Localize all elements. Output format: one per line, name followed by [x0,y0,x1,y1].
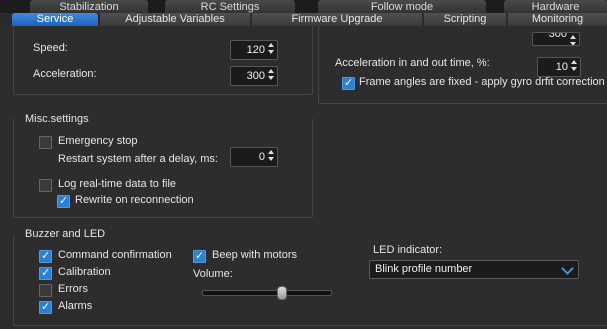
tab-rc-settings[interactable]: RC Settings [165,0,295,13]
log-label: Log real-time data to file [58,178,177,190]
alarms-checkbox[interactable] [39,300,52,314]
accel-inout-spinbox[interactable]: 10 [537,57,581,77]
buzzer-title: Buzzer and LED [23,228,108,240]
led-indicator-label: LED indicator: [373,244,443,256]
top-right-value: 300 [548,32,567,40]
spin-arrows-icon[interactable] [569,34,577,45]
frame-fixed-checkbox[interactable] [342,76,355,90]
command-confirmation-label: Command confirmation [58,249,172,261]
misc-title: Misc.settings [23,113,91,125]
spin-arrows-icon[interactable] [267,68,275,82]
top-right-spinbox[interactable]: 300 [532,32,580,46]
restart-spinbox[interactable]: 0 [230,147,278,167]
calibration-checkbox[interactable] [39,266,52,280]
emergency-label: Emergency stop [58,135,138,147]
errors-checkbox[interactable] [39,284,52,297]
errors-label: Errors [58,283,88,295]
alarms-label: Alarms [58,300,93,312]
restart-label: Restart system after a delay, ms: [58,153,218,165]
led-indicator-value: Blink profile number [375,263,473,275]
tab-stabilization[interactable]: Stabilization [30,0,148,13]
frame-fixed-label: Frame angles are fixed - apply gyro drfi… [359,76,605,88]
tab-monitoring[interactable]: Monitoring [508,13,607,26]
calibration-label: Calibration [58,266,111,278]
led-indicator-dropdown[interactable]: Blink profile number [369,260,579,279]
spin-arrows-icon[interactable] [267,42,275,56]
log-checkbox[interactable] [39,179,52,192]
speed-spinbox[interactable]: 120 [230,40,278,60]
speed-label: Speed: [33,42,68,54]
rewrite-checkbox[interactable] [57,194,70,208]
command-confirmation-checkbox[interactable] [39,249,52,263]
volume-label: Volume: [193,268,233,280]
rewrite-label: Rewrite on reconnection [75,194,194,206]
acceleration-spinbox[interactable]: 300 [230,66,278,86]
emergency-checkbox[interactable] [39,136,52,149]
volume-slider[interactable] [202,290,332,296]
tab-firmware-upgrade[interactable]: Firmware Upgrade [252,13,422,26]
volume-slider-thumb[interactable] [277,286,288,300]
acceleration-value: 300 [246,70,265,82]
spin-arrows-icon[interactable] [570,59,578,73]
accel-inout-label: Acceleration in and out time, %: [335,57,490,69]
chevron-down-icon [561,262,574,275]
accel-inout-value: 10 [555,61,568,73]
acceleration-label: Acceleration: [33,68,97,80]
speed-value: 120 [246,44,265,56]
tab-scripting[interactable]: Scripting [424,13,506,26]
tab-adjustable-variables[interactable]: Adjustable Variables [100,13,250,26]
tab-follow-mode[interactable]: Follow mode [318,0,486,13]
restart-value: 0 [258,151,265,163]
beep-motors-checkbox[interactable] [193,249,206,263]
tab-service[interactable]: Service [12,13,98,26]
tab-hardware[interactable]: Hardware [504,0,607,13]
spin-arrows-icon[interactable] [267,149,275,163]
beep-motors-label: Beep with motors [212,249,297,261]
